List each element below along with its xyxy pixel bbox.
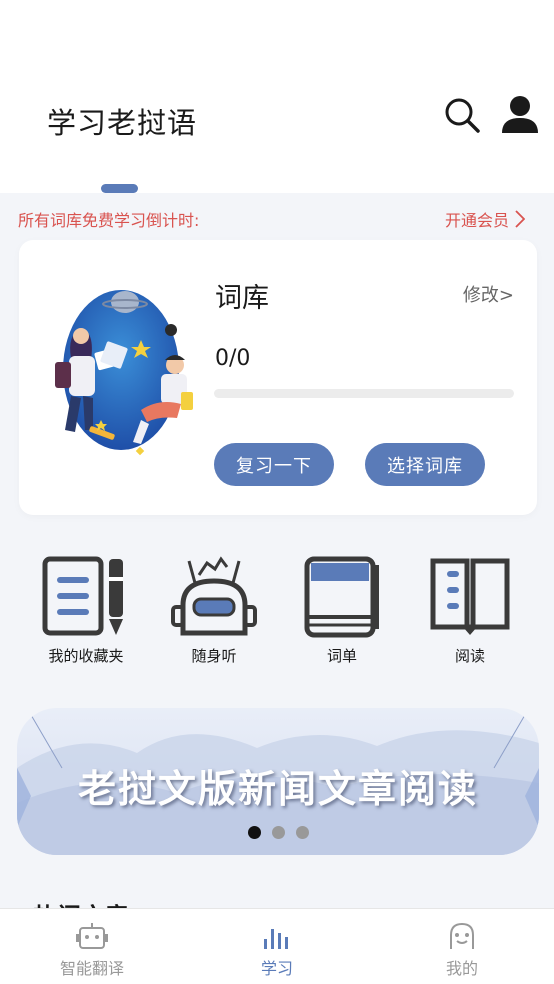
book-icon	[304, 556, 379, 638]
news-banner[interactable]: 老挝文版新闻文章阅读	[17, 708, 539, 855]
feature-grid: 我的收藏夹 随身听 词单 阅读	[0, 555, 554, 675]
tab-mine-label: 我的	[445, 959, 478, 978]
face-icon	[450, 922, 474, 949]
library-title: 词库	[215, 283, 269, 314]
robot-icon	[76, 923, 108, 949]
tab-study-label: 学习	[260, 959, 293, 978]
user-icon[interactable]	[500, 95, 540, 135]
feature-wordlist[interactable]: 词单	[287, 555, 397, 666]
review-button[interactable]: 复习一下	[214, 443, 334, 486]
app-title: 学习老挝语	[47, 106, 198, 140]
radio-robot-icon	[171, 556, 257, 636]
vocab-library-card: 词库 修改> 0/0 复习一下 选择词库	[19, 240, 537, 515]
carousel-dot[interactable]	[295, 826, 309, 839]
free-countdown-text: 所有词库免费学习倒计时:	[18, 211, 200, 230]
feature-listen[interactable]: 随身听	[159, 555, 269, 666]
progress-bar	[214, 389, 514, 398]
carousel-dot[interactable]	[271, 826, 285, 839]
chevron-right-icon	[515, 210, 526, 228]
carousel-dots	[17, 826, 539, 839]
tab-mine[interactable]: 我的	[402, 921, 522, 979]
feature-listen-label: 随身听	[191, 647, 237, 665]
edit-library-link[interactable]: 修改>	[463, 281, 514, 307]
bottom-tab-bar: 智能翻译 学习 我的	[0, 908, 554, 984]
bar-chart-icon	[264, 929, 288, 949]
tab-study[interactable]: 学习	[217, 921, 337, 979]
tab-translate-label: 智能翻译	[59, 959, 124, 978]
feature-favorites[interactable]: 我的收藏夹	[31, 555, 141, 666]
feature-favorites-label: 我的收藏夹	[48, 647, 124, 665]
progress-count: 0/0	[215, 346, 251, 371]
feature-reading[interactable]: 阅读	[415, 555, 525, 666]
students-illustration	[55, 290, 193, 456]
open-book-icon	[430, 558, 510, 635]
open-vip-link[interactable]: 开通会员	[445, 207, 526, 231]
select-library-button[interactable]: 选择词库	[365, 443, 485, 486]
search-icon[interactable]	[443, 96, 481, 134]
tab-indicator	[101, 184, 138, 193]
notebook-pen-icon	[42, 556, 123, 636]
tab-translate[interactable]: 智能翻译	[32, 921, 152, 979]
feature-wordlist-label: 词单	[326, 647, 357, 665]
feature-reading-label: 阅读	[454, 647, 485, 665]
app-header: 学习老挝语	[0, 0, 554, 193]
open-vip-label: 开通会员	[445, 211, 510, 230]
carousel-dot[interactable]	[247, 826, 261, 839]
banner-title: 老挝文版新闻文章阅读	[77, 766, 478, 811]
